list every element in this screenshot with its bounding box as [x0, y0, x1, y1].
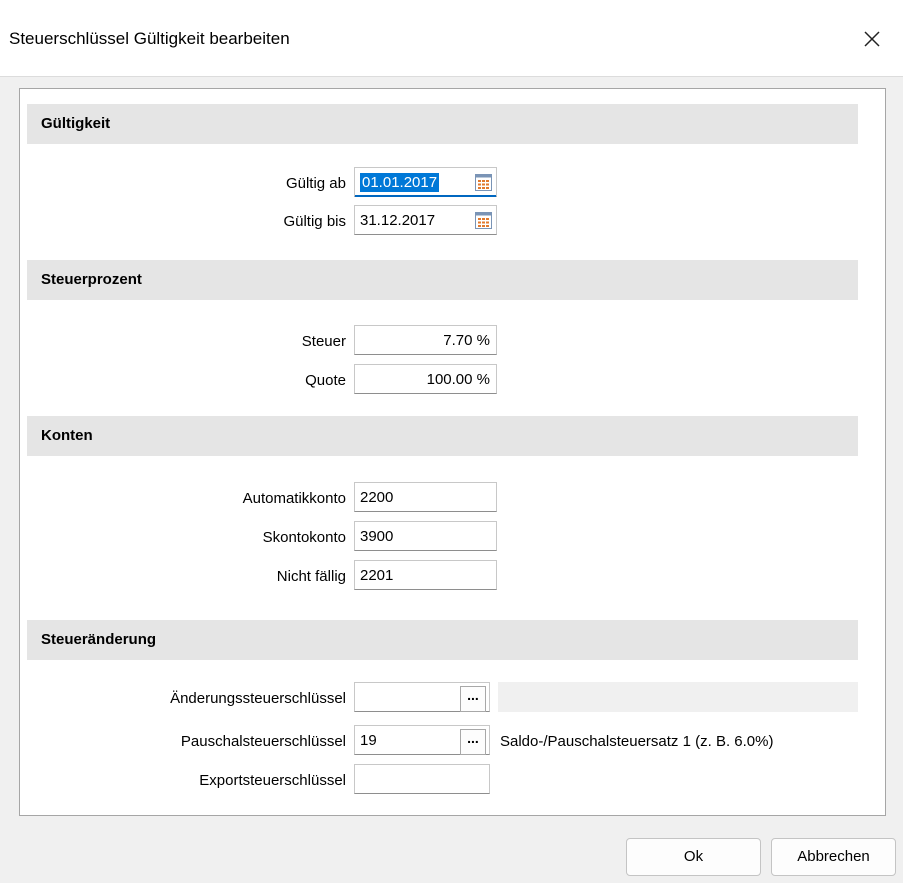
calendar-icon[interactable] [475, 174, 492, 191]
nicht-faellig-field[interactable]: 2201 [354, 560, 497, 590]
ok-button[interactable]: Ok [626, 838, 761, 876]
gueltig-ab-label: Gültig ab [285, 175, 346, 192]
section-header-steueraenderung: Steueränderung [27, 620, 858, 660]
skontokonto-field[interactable]: 3900 [354, 521, 497, 551]
pauschalsteuerschluessel-browse-button[interactable]: ... [460, 729, 486, 755]
exportsteuerschluessel-label: Exportsteuerschlüssel [199, 772, 346, 789]
aenderungssteuerschluessel-browse-button[interactable]: ... [460, 686, 486, 712]
gueltig-bis-value: 31.12.2017 [360, 212, 436, 229]
automatikkonto-label: Automatikkonto [242, 490, 346, 507]
pauschalsteuerschluessel-label: Pauschalsteuerschlüssel [180, 733, 346, 750]
nicht-faellig-value: 2201 [360, 567, 394, 584]
section-title: Steuerprozent [41, 271, 142, 288]
automatikkonto-value: 2200 [360, 489, 394, 506]
aenderungssteuerschluessel-description [498, 682, 858, 712]
focus-indicator [355, 195, 496, 197]
section-header-gueltigkeit: Gültigkeit [27, 104, 858, 144]
section-title: Steueränderung [41, 631, 157, 648]
gueltig-bis-field[interactable]: 31.12.2017 [354, 205, 497, 235]
section-title: Konten [41, 427, 93, 444]
quote-field[interactable]: 100.00 % [354, 364, 497, 394]
quote-value: 100.00 % [426, 371, 490, 388]
skontokonto-value: 3900 [360, 528, 394, 545]
gueltig-ab-value: 01.01.2017 [360, 173, 440, 192]
automatikkonto-field[interactable]: 2200 [354, 482, 497, 512]
gueltig-bis-label: Gültig bis [283, 213, 346, 230]
aenderungssteuerschluessel-label: Änderungssteuerschlüssel [170, 690, 346, 707]
gueltig-ab-field[interactable]: 01.01.2017 [354, 167, 497, 197]
close-icon[interactable] [857, 24, 887, 54]
cancel-button[interactable]: Abbrechen [771, 838, 896, 876]
quote-label: Quote [305, 372, 346, 389]
section-header-konten: Konten [27, 416, 858, 456]
steuer-label: Steuer [301, 333, 346, 350]
steuer-value: 7.70 % [443, 332, 490, 349]
section-title: Gültigkeit [41, 115, 111, 132]
title-bar: Steuerschlüssel Gültigkeit bearbeiten [0, 0, 903, 77]
skontokonto-label: Skontokonto [262, 529, 346, 546]
calendar-icon[interactable] [475, 212, 492, 229]
pauschalsteuerschluessel-description: Saldo-/Pauschalsteuersatz 1 (z. B. 6.0%) [500, 733, 774, 750]
window-title: Steuerschlüssel Gültigkeit bearbeiten [9, 29, 290, 48]
nicht-faellig-label: Nicht fällig [276, 568, 346, 585]
steuer-field[interactable]: 7.70 % [354, 325, 497, 355]
section-header-steuerprozent: Steuerprozent [27, 260, 858, 300]
exportsteuerschluessel-field[interactable] [354, 764, 490, 794]
pauschalsteuerschluessel-value: 19 [360, 732, 377, 749]
